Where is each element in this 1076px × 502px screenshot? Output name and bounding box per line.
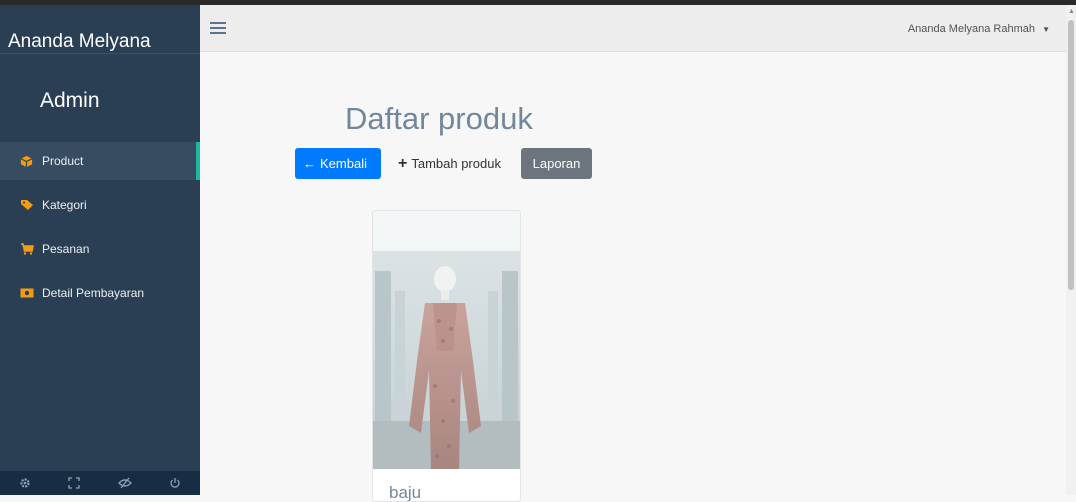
scrollbar-thumb[interactable]	[1068, 20, 1074, 290]
tags-icon	[20, 199, 42, 211]
sidebar-item-label: Kategori	[42, 198, 87, 212]
caret-down-icon: ▼	[1042, 25, 1050, 34]
gear-icon[interactable]	[19, 477, 31, 489]
sidebar-item-label: Detail Pembayaran	[42, 286, 145, 300]
back-button[interactable]: ← Kembali	[295, 148, 381, 179]
site-brand[interactable]: Ananda Melyana	[8, 31, 151, 53]
sidebar-item-kategori[interactable]: Kategori	[0, 186, 200, 224]
product-card[interactable]: baju	[372, 210, 521, 502]
cart-icon	[20, 243, 42, 255]
sidebar: Ananda Melyana Admin Product Kategori Pe…	[0, 5, 200, 495]
user-role: Admin	[40, 89, 100, 112]
add-product-label: Tambah produk	[411, 156, 501, 171]
scroll-up-arrow[interactable]: ▲	[1068, 8, 1075, 15]
sidebar-menu: Product Kategori Pesanan Detail Pembayar…	[0, 142, 200, 318]
sidebar-item-label: Pesanan	[42, 242, 90, 256]
sidebar-item-product[interactable]: Product	[0, 142, 200, 180]
arrow-left-icon: ←	[303, 156, 316, 171]
brand-divider	[0, 53, 200, 54]
sidebar-item-pesanan[interactable]: Pesanan	[0, 230, 200, 268]
sidebar-item-detail-pembayaran[interactable]: Detail Pembayaran	[0, 274, 200, 312]
sidebar-item-label: Product	[42, 154, 84, 168]
back-button-label: Kembali	[320, 156, 367, 171]
user-dropdown[interactable]: Ananda Melyana Rahmah ▼	[908, 23, 1050, 35]
product-image	[373, 211, 520, 469]
user-name: Ananda Melyana Rahmah	[907, 23, 1036, 35]
add-product-button[interactable]: + Tambah produk	[396, 148, 508, 179]
money-icon	[20, 288, 42, 298]
eye-slash-icon[interactable]	[117, 477, 132, 489]
page-title: Daftar produk	[345, 101, 533, 136]
menu-toggle-icon[interactable]	[210, 22, 226, 37]
cube-icon	[20, 155, 42, 168]
plus-icon: +	[398, 154, 408, 172]
sidebar-footer	[0, 471, 200, 495]
power-icon[interactable]	[169, 477, 181, 489]
product-name[interactable]: baju	[389, 483, 421, 501]
fullscreen-icon[interactable]	[68, 477, 80, 489]
top-navbar: Ananda Melyana Rahmah ▼	[200, 5, 1066, 52]
report-button-label: Laporan	[532, 156, 581, 171]
report-button[interactable]: Laporan	[521, 148, 592, 179]
